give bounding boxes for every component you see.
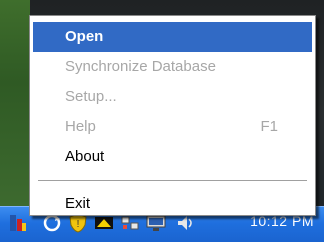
menu-item-label: Help — [65, 118, 96, 135]
menu-separator — [38, 180, 307, 181]
menu-item-setup: Setup... — [33, 82, 312, 112]
svg-text:!: ! — [77, 219, 80, 230]
menu-item-label: Synchronize Database — [65, 58, 216, 75]
menu-item-label: About — [65, 148, 105, 165]
desktop-background-left — [0, 0, 30, 206]
desktop: ! 10:12 PM Open Synchronize Database Set… — [0, 0, 324, 242]
menu-item-help: Help F1 — [33, 112, 312, 142]
menu-item-label: Setup... — [65, 88, 117, 105]
menu-item-synchronize-database: Synchronize Database — [33, 52, 312, 82]
menu-item-label: Exit — [65, 195, 91, 212]
menu-item-shortcut: F1 — [260, 118, 278, 135]
menu-item-open[interactable]: Open — [33, 22, 312, 52]
menu-item-exit[interactable]: Exit — [33, 189, 312, 219]
menu-item-label: Open — [65, 28, 104, 45]
tray-context-menu: Open Synchronize Database Setup... Help … — [29, 15, 316, 216]
app-tray-icon[interactable] — [8, 213, 28, 233]
menu-item-about[interactable]: About — [33, 142, 312, 172]
